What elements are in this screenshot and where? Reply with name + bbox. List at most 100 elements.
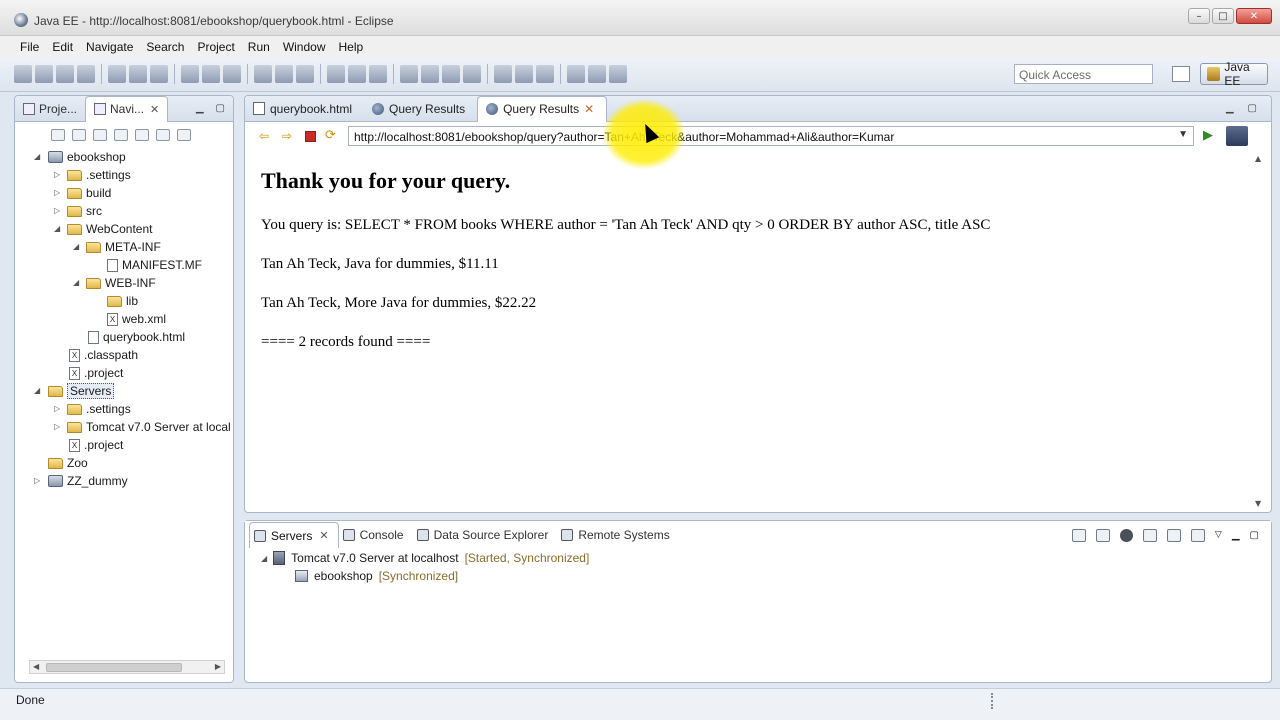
minimize-button[interactable]: – bbox=[1188, 8, 1210, 24]
close-window-button[interactable]: ✕ bbox=[1236, 8, 1272, 24]
stop-icon[interactable] bbox=[305, 130, 316, 142]
scroll-up-icon[interactable]: ▲ bbox=[1255, 154, 1261, 163]
tab-query-results-2[interactable]: Query Results ✕ bbox=[477, 95, 608, 122]
menu-search[interactable]: Search bbox=[140, 40, 191, 54]
menu-project[interactable]: Project bbox=[191, 40, 241, 54]
close-icon[interactable]: ✕ bbox=[319, 529, 328, 542]
scroll-down-icon[interactable]: ▼ bbox=[1255, 499, 1261, 508]
expand-toggle-icon[interactable]: ▷ bbox=[54, 405, 62, 413]
scroll-right-icon[interactable]: ▶ bbox=[215, 662, 221, 671]
scrollbar-thumb[interactable] bbox=[46, 663, 182, 672]
quick-access-input[interactable]: Quick Access bbox=[1014, 64, 1153, 84]
profile-server-icon[interactable] bbox=[1142, 528, 1157, 542]
tab-project-explorer[interactable]: Proje... bbox=[15, 96, 85, 122]
new-server-icon[interactable] bbox=[400, 65, 418, 83]
filter-icon[interactable] bbox=[156, 129, 170, 141]
forward-icon[interactable] bbox=[72, 129, 86, 141]
suspend-icon[interactable] bbox=[275, 65, 293, 83]
menu-edit[interactable]: Edit bbox=[46, 40, 80, 54]
horizontal-scrollbar[interactable]: ◀ ▶ bbox=[29, 660, 225, 674]
open-type-icon[interactable] bbox=[442, 65, 460, 83]
refresh-icon[interactable]: ⟳ bbox=[325, 129, 339, 143]
link-with-editor-icon[interactable] bbox=[135, 129, 149, 141]
tree-item[interactable]: Xweb.xml bbox=[107, 310, 166, 328]
go-icon[interactable]: ▶ bbox=[1203, 129, 1217, 143]
tree-item[interactable]: Tomcat v7.0 Server at local bbox=[67, 418, 231, 436]
view-menu-icon[interactable]: ▽ bbox=[1215, 530, 1222, 540]
menu-navigate[interactable]: Navigate bbox=[80, 40, 140, 54]
collapse-toggle-icon[interactable]: ◢ bbox=[73, 279, 81, 287]
collapse-all-icon[interactable] bbox=[114, 129, 128, 141]
module-row[interactable]: ebookshop [Synchronized] bbox=[295, 569, 458, 583]
step-over-icon[interactable] bbox=[202, 65, 220, 83]
step-return-icon[interactable] bbox=[223, 65, 241, 83]
terminate-icon[interactable] bbox=[296, 65, 314, 83]
tab-data-source-explorer[interactable]: Data Source Explorer bbox=[413, 522, 558, 548]
tab-query-results-1[interactable]: Query Results bbox=[364, 96, 477, 122]
debug-icon[interactable] bbox=[327, 65, 345, 83]
tab-remote-systems[interactable]: Remote Systems bbox=[557, 522, 678, 548]
annotation-prev-icon[interactable] bbox=[515, 65, 533, 83]
menu-window[interactable]: Window bbox=[277, 40, 333, 54]
collapse-toggle-icon[interactable]: ◢ bbox=[54, 225, 62, 233]
expand-toggle-icon[interactable]: ▷ bbox=[54, 207, 62, 215]
maximize-button[interactable]: □ bbox=[1212, 8, 1234, 24]
minimize-view-icon[interactable]: ▁ bbox=[1226, 103, 1234, 114]
print-icon[interactable] bbox=[77, 65, 95, 83]
tree-item[interactable]: querybook.html bbox=[88, 328, 185, 346]
annotation-next-icon[interactable] bbox=[494, 65, 512, 83]
search-icon[interactable] bbox=[463, 65, 481, 83]
url-dropdown-icon[interactable]: ▼ bbox=[1178, 129, 1188, 140]
tree-item[interactable]: META-INF bbox=[86, 238, 161, 256]
url-input[interactable]: http://localhost:8081/ebookshop/query?au… bbox=[348, 126, 1194, 146]
expand-toggle-icon[interactable]: ▷ bbox=[54, 423, 62, 431]
back-arrow-icon[interactable]: ⇦ bbox=[259, 130, 273, 142]
new-class-icon[interactable] bbox=[421, 65, 439, 83]
collapse-toggle-icon[interactable]: ◢ bbox=[34, 387, 42, 395]
tab-navigator[interactable]: Navi... ✕ bbox=[85, 95, 169, 122]
menu-file[interactable]: File bbox=[14, 40, 46, 54]
open-perspective-icon[interactable] bbox=[1172, 66, 1190, 82]
run-icon[interactable] bbox=[348, 65, 366, 83]
tree-item[interactable]: ZZ_dummy bbox=[48, 472, 128, 490]
tree-item[interactable]: X .classpath bbox=[69, 346, 138, 364]
browser-settings-icon[interactable] bbox=[1226, 126, 1248, 146]
tree-item-selected[interactable]: Servers bbox=[48, 382, 115, 400]
maximize-view-icon[interactable]: ▢ bbox=[1248, 103, 1257, 114]
tab-servers[interactable]: Servers ✕ bbox=[249, 522, 339, 548]
tab-console[interactable]: Console bbox=[339, 522, 413, 548]
save-all-icon[interactable] bbox=[56, 65, 74, 83]
tree-item[interactable]: build bbox=[67, 184, 111, 202]
last-edit-icon[interactable] bbox=[609, 65, 627, 83]
resume-icon[interactable] bbox=[254, 65, 272, 83]
menu-run[interactable]: Run bbox=[242, 40, 277, 54]
start-server-icon[interactable] bbox=[1119, 528, 1133, 542]
minimize-view-icon[interactable]: ▁ bbox=[196, 103, 204, 114]
expand-toggle-icon[interactable]: ▷ bbox=[54, 171, 62, 179]
collapse-toggle-icon[interactable]: ◢ bbox=[261, 554, 267, 563]
tree-item[interactable]: WebContent bbox=[67, 220, 153, 238]
maximize-view-icon[interactable]: ▢ bbox=[216, 103, 225, 114]
publish-icon[interactable] bbox=[1190, 528, 1205, 542]
save-icon[interactable] bbox=[35, 65, 53, 83]
menu-help[interactable]: Help bbox=[333, 40, 371, 54]
external-tools-icon[interactable] bbox=[369, 65, 387, 83]
tree-item[interactable]: lib bbox=[107, 292, 138, 310]
collapse-toggle-icon[interactable]: ◢ bbox=[34, 153, 42, 161]
tree-item[interactable]: ebookshop bbox=[48, 148, 126, 166]
stop-server-icon[interactable] bbox=[1166, 528, 1181, 542]
skip-breakpoints-icon[interactable] bbox=[108, 65, 126, 83]
tree-item[interactable]: src bbox=[67, 202, 102, 220]
pin-editor-icon[interactable] bbox=[536, 65, 554, 83]
perspective-java-ee-button[interactable]: Java EE bbox=[1200, 60, 1268, 88]
maximize-view-icon[interactable]: ▢ bbox=[1250, 530, 1259, 541]
scroll-left-icon[interactable]: ◀ bbox=[33, 662, 39, 671]
tab-querybook-html[interactable]: querybook.html bbox=[245, 96, 364, 122]
close-icon[interactable]: ✕ bbox=[584, 102, 594, 116]
server-row[interactable]: ◢ Tomcat v7.0 Server at localhost [Start… bbox=[261, 551, 589, 565]
vertical-scrollbar[interactable]: ▲ ▼ bbox=[1253, 154, 1265, 508]
step-into-icon[interactable] bbox=[181, 65, 199, 83]
debug-toggle-icon[interactable] bbox=[129, 65, 147, 83]
collapse-all-icon[interactable] bbox=[1071, 528, 1086, 542]
debug-server-icon[interactable] bbox=[1095, 528, 1110, 542]
